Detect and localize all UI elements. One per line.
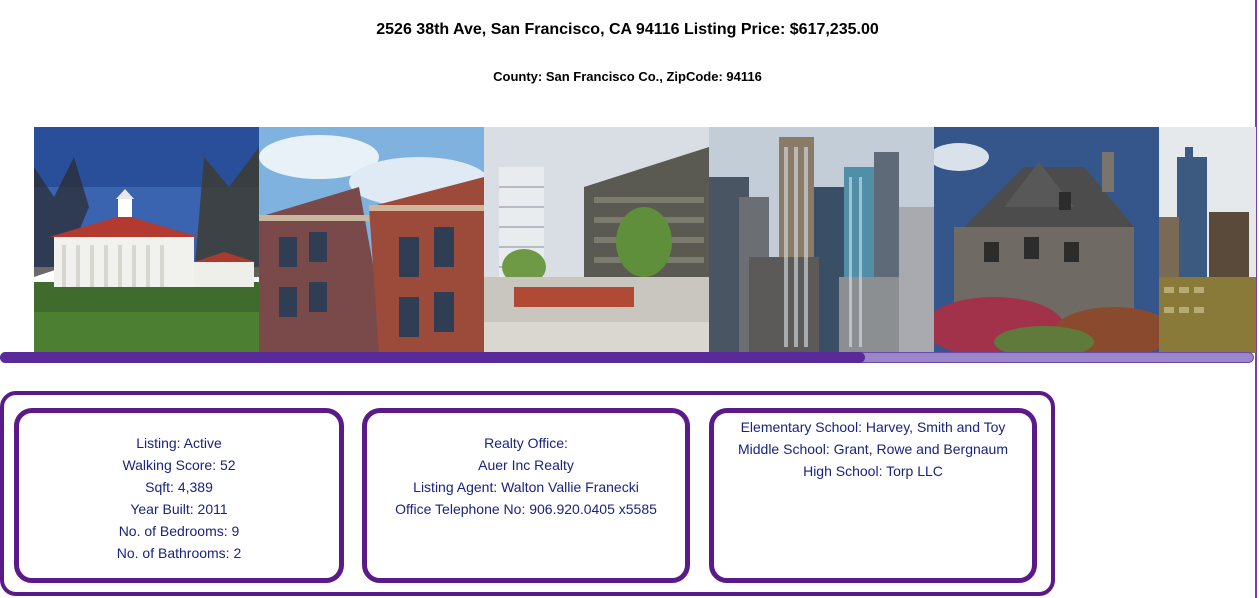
- high-school: High School: Torp LLC: [803, 463, 943, 479]
- skyscraper-photo[interactable]: [1159, 127, 1256, 353]
- middle-school: Middle School: Grant, Rowe and Bergnaum: [737, 441, 1009, 457]
- colonial-mansion-photo[interactable]: [34, 127, 259, 353]
- listing-subtitle: County: San Francisco Co., ZipCode: 9411…: [493, 69, 762, 84]
- year-built: Year Built: 2011: [130, 501, 228, 517]
- walking-score: Walking Score: 52: [122, 457, 236, 473]
- stone-house-photo[interactable]: [934, 127, 1159, 353]
- bedroom-count: No. of Bedrooms: 9: [118, 523, 240, 539]
- office-telephone: Office Telephone No: 906.920.0405 x5585: [395, 501, 657, 517]
- realty-office-name: Auer Inc Realty: [478, 457, 574, 473]
- listing-status: Listing: Active: [136, 435, 222, 451]
- realty-office-label: Realty Office:: [484, 435, 568, 451]
- bathroom-count: No. of Bathrooms: 2: [116, 545, 242, 561]
- listing-info-card: Listing: Active Walking Score: 52 Sqft: …: [14, 408, 344, 583]
- modern-apartments-plaza-photo[interactable]: [484, 127, 709, 353]
- photo-gallery[interactable]: [34, 127, 1256, 353]
- agent-info-card: Realty Office: Auer Inc Realty Listing A…: [362, 408, 690, 583]
- square-footage: Sqft: 4,389: [145, 479, 213, 495]
- city-skyline-photo[interactable]: [709, 127, 934, 353]
- listing-agent: Listing Agent: Walton Vallie Franecki: [413, 479, 639, 495]
- gallery-scrollbar-thumb[interactable]: [0, 352, 865, 363]
- victorian-brick-building-photo[interactable]: [259, 127, 484, 353]
- schools-info-card: Elementary School: Harvey, Smith and Toy…: [709, 408, 1037, 583]
- elementary-school: Elementary School: Harvey, Smith and Toy: [740, 419, 1006, 435]
- listing-title: 2526 38th Ave, San Francisco, CA 94116 L…: [376, 21, 879, 38]
